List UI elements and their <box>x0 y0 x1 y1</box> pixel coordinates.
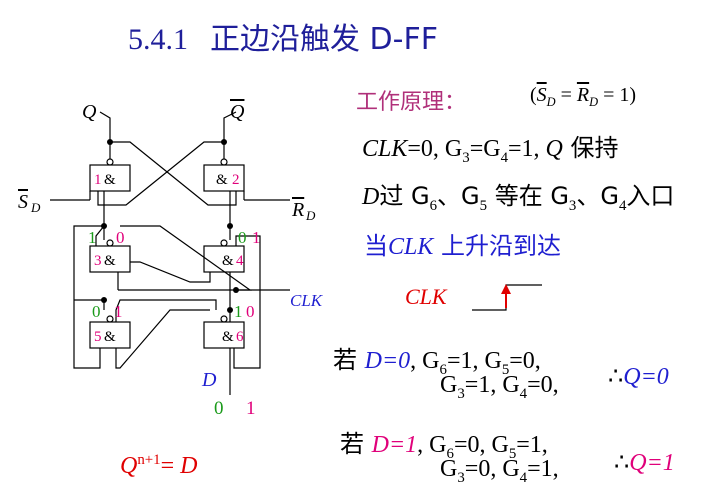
svg-text:&: & <box>216 172 228 188</box>
svg-text:3: 3 <box>94 253 102 269</box>
svg-text:1: 1 <box>94 172 102 188</box>
svg-text:&: & <box>222 329 234 345</box>
q-label: Q <box>82 101 97 123</box>
svg-text:&: & <box>222 253 234 269</box>
clk-label: CLK <box>290 291 324 310</box>
svg-text:&: & <box>104 329 116 345</box>
d-label: D <box>201 369 217 391</box>
svg-text:1: 1 <box>114 302 123 321</box>
svg-text:0: 0 <box>246 302 255 321</box>
rd-label: R <box>291 199 304 221</box>
svg-text:D: D <box>305 208 316 223</box>
svg-text:6: 6 <box>236 329 244 345</box>
svg-text:4: 4 <box>236 253 244 269</box>
svg-text:2: 2 <box>232 172 240 188</box>
svg-text:0: 0 <box>92 302 101 321</box>
svg-text:1: 1 <box>252 228 261 247</box>
svg-text:&: & <box>104 253 116 269</box>
d-ff-circuit: Q Q S D R D CLK D 1 & & 2 3 & & 4 5 & & 6 1 0 … <box>18 101 542 419</box>
sd-label: S <box>18 191 28 213</box>
svg-text:&: & <box>104 172 116 188</box>
clk-rising-edge-waveform <box>472 284 542 311</box>
svg-text:0: 0 <box>116 228 125 247</box>
svg-text:1: 1 <box>234 302 243 321</box>
svg-text:0: 0 <box>214 398 224 419</box>
svg-text:1: 1 <box>246 398 256 419</box>
qbar-label: Q <box>230 101 245 123</box>
svg-text:0: 0 <box>238 228 247 247</box>
svg-text:5: 5 <box>94 329 102 345</box>
svg-text:1: 1 <box>88 228 97 247</box>
svg-text:D: D <box>30 200 41 215</box>
